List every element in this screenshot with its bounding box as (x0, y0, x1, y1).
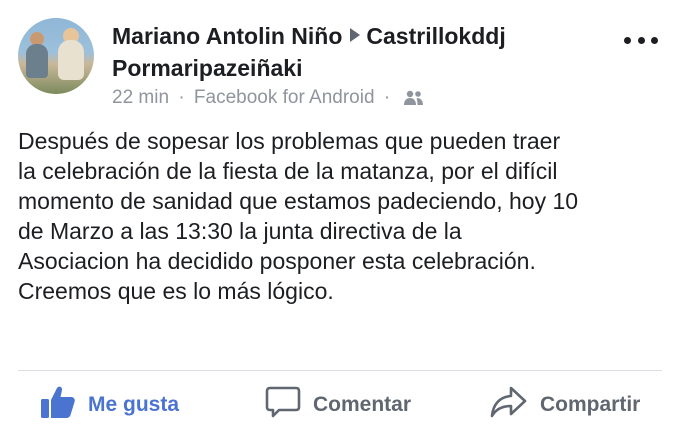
post-text: Después de sopesar los problemas que pue… (18, 128, 579, 304)
comment-button[interactable]: Comentar (265, 380, 411, 430)
share-icon (490, 385, 528, 425)
author-avatar[interactable] (18, 18, 94, 94)
divider (18, 370, 662, 371)
action-bar: Me gusta Comentar Compartir (0, 380, 680, 430)
post-meta: 22 min · Facebook for Android · (112, 86, 425, 113)
comment-label: Comentar (313, 393, 412, 416)
post-header: Mariano Antolin Niño Castrillokddj Pormar… (112, 20, 592, 84)
meta-separator: · (178, 87, 185, 108)
friends-icon[interactable] (403, 89, 425, 113)
dot-icon (637, 36, 645, 44)
thumbs-up-icon (40, 385, 76, 425)
meta-separator: · (383, 87, 391, 108)
like-button[interactable]: Me gusta (40, 380, 179, 430)
facebook-post: Mariano Antolin Niño Castrillokddj Pormar… (0, 0, 680, 438)
post-source: Facebook for Android (193, 87, 375, 108)
avatar-figure (26, 44, 48, 78)
author-name[interactable]: Mariano Antolin Niño (112, 23, 342, 49)
caret-right-icon (350, 28, 361, 42)
dot-icon (651, 36, 658, 44)
comment-icon (265, 385, 301, 425)
share-button[interactable]: Compartir (490, 380, 640, 430)
share-label: Compartir (540, 393, 641, 416)
avatar-figure (58, 40, 84, 80)
post-time[interactable]: 22 min (112, 87, 169, 108)
more-options-button[interactable] (624, 30, 658, 50)
like-label: Me gusta (88, 393, 180, 416)
dot-icon (624, 36, 631, 44)
